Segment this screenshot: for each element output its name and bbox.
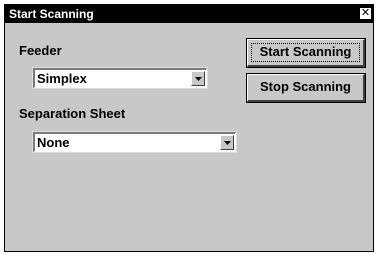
stop-scanning-button[interactable]: Stop Scanning [247, 74, 365, 102]
separation-sheet-selected-value: None [37, 135, 70, 150]
start-scanning-button[interactable]: Start Scanning [247, 39, 365, 67]
chevron-down-icon[interactable] [220, 135, 234, 150]
close-icon[interactable]: ✕ [359, 7, 372, 20]
feeder-selected-value: Simplex [37, 71, 87, 86]
feeder-dropdown[interactable]: Simplex [33, 68, 207, 88]
separation-sheet-label: Separation Sheet [19, 106, 126, 121]
feeder-label: Feeder [19, 43, 62, 58]
separation-sheet-dropdown[interactable]: None [33, 132, 236, 152]
start-scanning-label: Start Scanning [259, 44, 352, 59]
stop-scanning-label: Stop Scanning [260, 79, 351, 94]
chevron-down-icon[interactable] [191, 71, 205, 86]
title-bar[interactable]: Start Scanning ✕ [5, 5, 373, 23]
start-scanning-dialog: Start Scanning ✕ Feeder Simplex Separati… [4, 4, 374, 252]
window-title: Start Scanning [9, 7, 94, 21]
